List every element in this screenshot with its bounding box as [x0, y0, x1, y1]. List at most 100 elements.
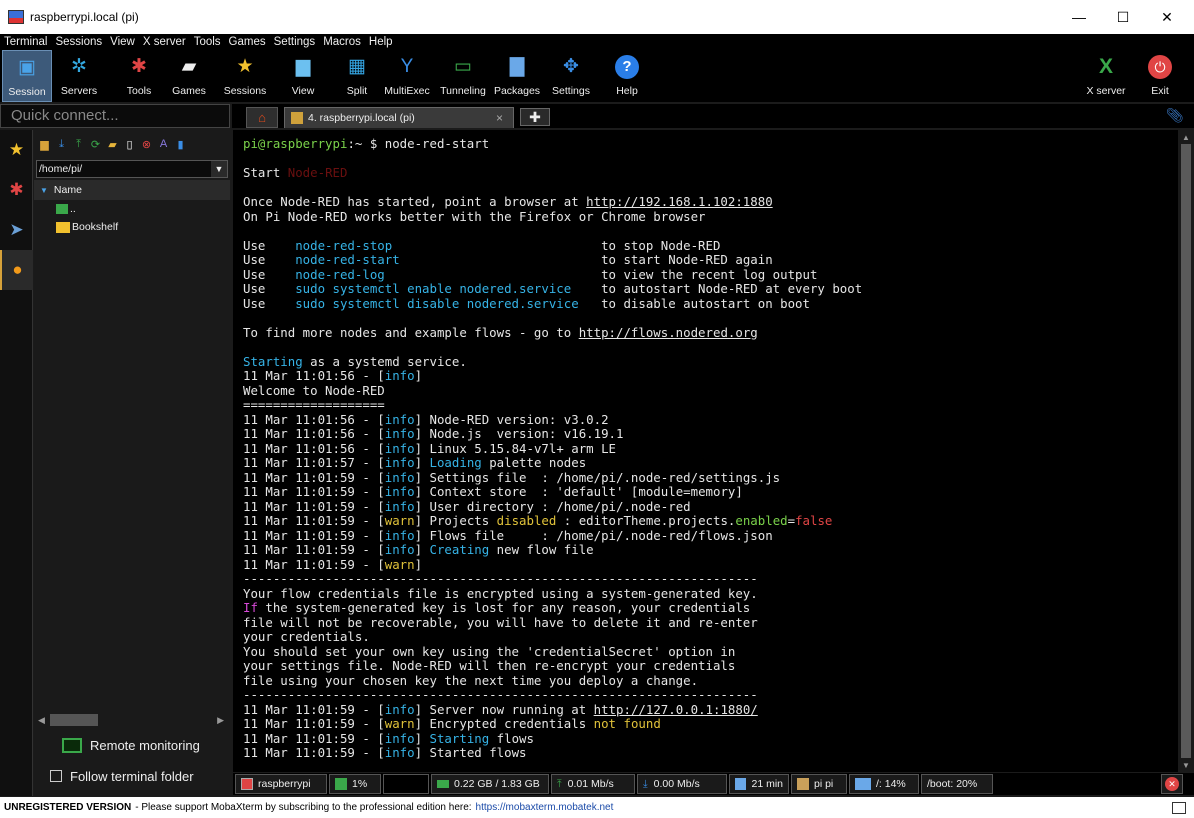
unregistered-label: UNREGISTERED VERSION [4, 802, 132, 813]
sessions-side-tab[interactable]: ★ [0, 130, 33, 170]
home-icon: ⌂ [258, 110, 266, 125]
file-name: .. [70, 203, 76, 215]
scroll-left-icon[interactable]: ◀ [38, 715, 45, 726]
toolbar-multiexec-button[interactable]: Y MultiExec [384, 50, 430, 102]
quick-connect-input[interactable]: Quick connect... [0, 104, 230, 128]
home-tab-button[interactable]: ⌂ [246, 107, 278, 128]
menu-item-tools[interactable]: Tools [194, 36, 221, 48]
new-folder-icon[interactable]: ▰ [105, 137, 120, 152]
scroll-right-icon[interactable]: ▶ [217, 715, 224, 726]
scroll-down-icon[interactable]: ▼ [1178, 758, 1194, 772]
name-column-header[interactable]: ▼ Name [34, 180, 230, 200]
remote-monitoring-button[interactable]: Remote monitoring [34, 734, 230, 756]
star-icon: ★ [236, 56, 254, 77]
toolbar-exit-button[interactable]: ⏻ Exit [1140, 50, 1180, 102]
terminal-line: 11 Mar 11:01:59 - [warn] Projects disabl… [243, 513, 833, 528]
macros-side-tab[interactable]: ➤ [0, 210, 33, 250]
terminal-scrollbar[interactable]: ▲ ▼ [1178, 130, 1194, 772]
toolbar-label: Exit [1151, 85, 1169, 97]
download-label: 0.00 Mb/s [653, 778, 700, 790]
toolbar-tunneling-button[interactable]: ▭ Tunneling [440, 50, 486, 102]
terminal-line: 11 Mar 11:01:56 - [info] Node.js version… [243, 426, 624, 441]
terminal-line: Use node-red-log to view the recent log … [243, 266, 818, 282]
file-row[interactable]: .. [34, 200, 230, 218]
tab-session[interactable]: 4. raspberrypi.local (pi) × [284, 107, 514, 128]
refresh-icon[interactable]: ⟳ [88, 137, 103, 152]
toolbar-games-button[interactable]: ▰ Games [166, 50, 212, 102]
parent-folder-icon[interactable]: ▆ [37, 137, 52, 152]
terminal-line: To find more nodes and example flows - g… [243, 324, 758, 340]
text-icon[interactable]: A [156, 137, 171, 152]
close-circle-icon: ✕ [1165, 777, 1179, 791]
download-icon[interactable]: ⤓ [54, 137, 69, 152]
sftp-icon: ● [12, 260, 23, 279]
toolbar-label: X server [1086, 85, 1126, 97]
follow-folder-checkbox[interactable]: Follow terminal folder [34, 765, 230, 787]
path-field[interactable]: /home/pi/ ▼ [36, 160, 228, 178]
remote-monitoring-label: Remote monitoring [90, 737, 200, 753]
scroll-up-icon[interactable]: ▲ [1178, 130, 1194, 144]
toolbar-packages-button[interactable]: ▇ Packages [494, 50, 540, 102]
mobaxterm-window: raspberrypi.local (pi) — ☐ ✕ Terminal Ses… [0, 0, 1194, 818]
disk-icon [855, 778, 871, 790]
folder-icon [56, 221, 70, 233]
menu-item-macros[interactable]: Macros [323, 36, 361, 48]
minimize-button[interactable]: — [1056, 0, 1102, 34]
session-icon: ▣ [18, 57, 36, 78]
horizontal-scrollbar[interactable]: ◀ ▶ [34, 712, 230, 728]
tab-label: 4. raspberrypi.local (pi) [308, 112, 415, 124]
terminal-output[interactable]: pi@raspberrypi:~ $ node-red-start Start N… [233, 130, 1178, 772]
terminal-line: ----------------------------------------… [243, 687, 758, 702]
toolbar-sessions-button[interactable]: ★ Sessions [222, 50, 268, 102]
menu-item-sessions[interactable]: Sessions [55, 36, 102, 48]
menu-item-view[interactable]: View [110, 36, 135, 48]
upload-icon[interactable]: ⤒ [71, 137, 86, 152]
sftp-browser: ▆ ⤓ ⤒ ⟳ ▰ ▯ ⊗ A ▮ /home/pi/ ▼ ▼ Name .. … [34, 130, 230, 796]
toolbar-x-server-button[interactable]: X X server [1080, 50, 1132, 102]
file-row[interactable]: Bookshelf [34, 218, 230, 236]
settings-small-icon[interactable]: ▮ [173, 137, 188, 152]
close-button[interactable]: ✕ [1144, 0, 1190, 34]
tools-side-tab[interactable]: ✱ [0, 170, 33, 210]
toolbar-view-button[interactable]: ▆ View [280, 50, 326, 102]
delete-icon[interactable]: ⊗ [139, 137, 154, 152]
menu-item-help[interactable]: Help [369, 36, 393, 48]
sftp-side-tab[interactable]: ● [0, 250, 33, 290]
terminal-line: 11 Mar 11:01:59 - [warn] [243, 556, 430, 572]
menu-item-terminal[interactable]: Terminal [4, 36, 47, 48]
screen-icon[interactable] [1172, 801, 1186, 814]
servers-icon: ✲ [71, 56, 87, 77]
status-close-button[interactable]: ✕ [1161, 774, 1183, 794]
status-memory: 0.22 GB / 1.83 GB [431, 774, 549, 794]
chevron-down-icon[interactable]: ▼ [211, 161, 227, 177]
host-icon [241, 778, 253, 790]
footer-link[interactable]: https://mobaxterm.mobatek.net [476, 802, 614, 813]
scroll-thumb[interactable] [50, 714, 98, 726]
toolbar-label: View [291, 85, 315, 97]
toolbar-help-button[interactable]: ? Help [604, 50, 650, 102]
maximize-button[interactable]: ☐ [1100, 0, 1146, 34]
new-tab-button[interactable]: ✚ [520, 108, 550, 126]
terminal-line: If the system-generated key is lost for … [243, 600, 751, 615]
tab-close-button[interactable]: × [496, 111, 503, 125]
terminal-line: 11 Mar 11:01:59 - [info] Starting flows [243, 730, 534, 746]
status-host[interactable]: raspberrypi [235, 774, 327, 794]
toolbar-servers-button[interactable]: ✲ Servers [56, 50, 102, 102]
scroll-thumb[interactable] [1181, 144, 1191, 758]
toolbar-tools-button[interactable]: ✱ Tools [116, 50, 162, 102]
toolbar-split-button[interactable]: ▦ Split [334, 50, 380, 102]
menu-item-games[interactable]: Games [229, 36, 266, 48]
split-icon: ▦ [348, 56, 366, 77]
toolbar-session-button[interactable]: ▣ Session [2, 50, 52, 102]
menu-item-x-server[interactable]: X server [143, 36, 186, 48]
new-file-icon[interactable]: ▯ [122, 137, 137, 152]
terminal-line: =================== [243, 397, 385, 412]
toolbar-settings-button[interactable]: ✥ Settings [548, 50, 594, 102]
menu-item-settings[interactable]: Settings [274, 36, 316, 48]
terminal-line: ----------------------------------------… [243, 571, 758, 586]
paperclip-icon[interactable]: 📎︎ [1166, 107, 1184, 124]
